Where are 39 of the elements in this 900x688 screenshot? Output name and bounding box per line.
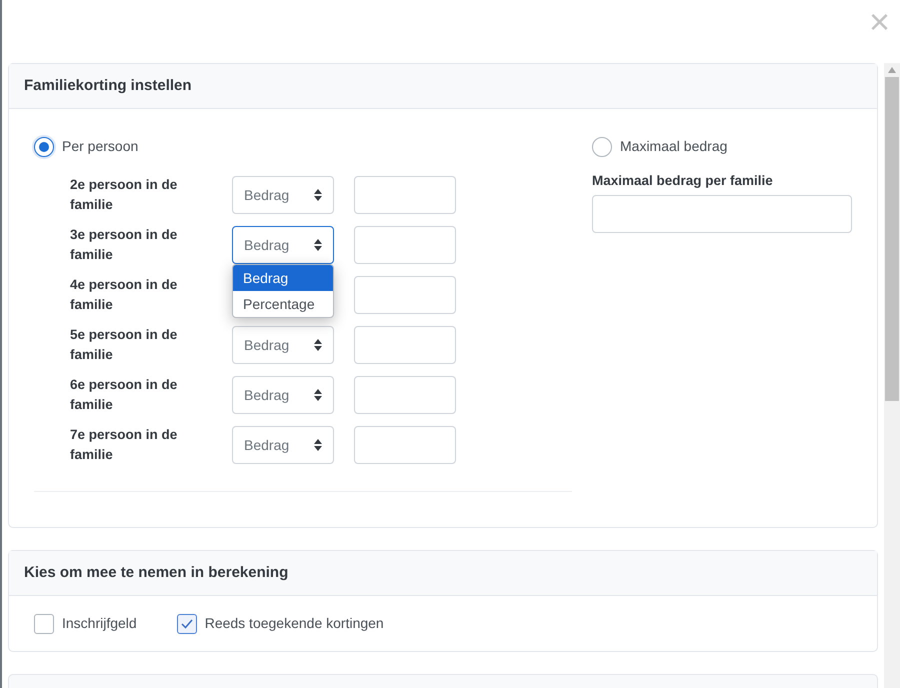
checkbox-label: Inschrijfgeld <box>62 614 137 633</box>
row-label: 3e persoon in de familie <box>70 226 178 264</box>
field-label: Maximaal bedrag per familie <box>592 172 774 190</box>
amount-input[interactable] <box>354 276 456 314</box>
card-header: Familiekorting instellen <box>9 64 877 109</box>
scroll-up-arrow-icon[interactable] <box>888 67 896 73</box>
amount-input[interactable] <box>354 226 456 264</box>
radio-button[interactable] <box>34 136 54 156</box>
sort-caret-icon <box>314 439 322 451</box>
max-amount-input[interactable] <box>592 195 852 234</box>
scrollbar[interactable] <box>884 63 900 688</box>
amount-input[interactable] <box>354 426 456 464</box>
row-label: 4e persoon in de familie <box>70 276 178 314</box>
type-select[interactable]: Bedrag <box>232 226 334 264</box>
type-select[interactable]: Bedrag <box>232 176 334 214</box>
checkbox[interactable] <box>34 614 54 634</box>
radio-button[interactable] <box>592 136 612 156</box>
row-label: 5e persoon in de familie <box>70 326 178 364</box>
type-select[interactable]: Bedrag <box>232 326 334 364</box>
radio-option[interactable]: Per persoon <box>34 136 572 157</box>
amount-input[interactable] <box>354 176 456 214</box>
dropdown-option[interactable]: Percentage <box>233 291 333 317</box>
card-header: Kies om mee te nemen in berekening <box>9 551 877 596</box>
row-label: 7e persoon in de familie <box>70 426 178 464</box>
sort-caret-icon <box>314 339 322 351</box>
dropdown-option[interactable]: Bedrag <box>233 265 333 291</box>
sort-caret-icon <box>314 189 322 201</box>
type-select[interactable]: Bedrag <box>232 426 334 464</box>
row-label: 6e persoon in de familie <box>70 376 178 414</box>
type-select[interactable]: Bedrag <box>232 376 334 414</box>
checkmark-icon <box>180 618 193 628</box>
sort-caret-icon <box>314 239 322 251</box>
sort-caret-icon <box>314 389 322 401</box>
amount-input[interactable] <box>354 376 456 414</box>
checkbox[interactable] <box>176 614 197 634</box>
amount-input[interactable] <box>354 326 456 364</box>
row-label: 2e persoon in de familie <box>70 176 178 214</box>
radio-option[interactable]: Maximaal bedrag <box>592 136 852 157</box>
checkbox-label: Reeds toegekende kortingen <box>204 614 384 633</box>
